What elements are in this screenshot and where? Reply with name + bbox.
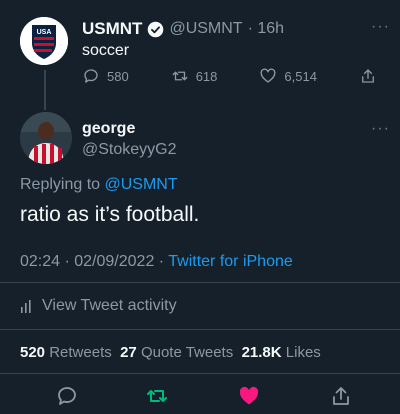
heart-filled-icon bbox=[239, 386, 259, 405]
reply-icon bbox=[58, 387, 76, 405]
reply-button[interactable] bbox=[55, 384, 79, 413]
thread-line bbox=[44, 70, 46, 110]
like-count: 6,514 bbox=[284, 68, 317, 84]
original-author-handle[interactable]: @USMNT bbox=[169, 20, 242, 38]
usmnt-avatar[interactable]: USA bbox=[20, 17, 68, 65]
likes-stat[interactable]: 21.8K Likes bbox=[242, 344, 321, 361]
usmnt-crest-icon: USA bbox=[20, 17, 68, 65]
view-activity-label: View Tweet activity bbox=[42, 297, 177, 314]
tweet-timestamp-line: 02:24 · 02/09/2022 · Twitter for iPhone bbox=[20, 253, 293, 271]
tweet-timestamp[interactable]: 02:24 · 02/09/2022 · bbox=[20, 253, 164, 270]
original-tweet-header: USMNT @USMNT · 16h bbox=[82, 19, 284, 39]
original-tweet-time[interactable]: · 16h bbox=[248, 20, 284, 38]
retweet-count: 618 bbox=[195, 68, 218, 84]
reply-more-icon[interactable]: ··· bbox=[371, 120, 390, 138]
retweets-stat[interactable]: 520 Retweets bbox=[20, 344, 112, 361]
verified-icon bbox=[148, 21, 164, 37]
view-tweet-activity[interactable]: View Tweet activity bbox=[20, 297, 177, 315]
reply-tweet-text: ratio as it’s football. bbox=[20, 203, 200, 226]
reply-author-handle[interactable]: @StokeyyG2 bbox=[82, 141, 177, 159]
original-author-name[interactable]: USMNT bbox=[82, 19, 142, 39]
share-icon bbox=[333, 387, 349, 405]
like-action[interactable]: 6,514 bbox=[259, 67, 317, 85]
retweet-button[interactable] bbox=[145, 384, 169, 413]
divider bbox=[0, 373, 400, 374]
retweets-label: Retweets bbox=[49, 344, 112, 361]
user-photo-icon bbox=[20, 112, 72, 164]
likes-total: 21.8K bbox=[241, 344, 282, 361]
reply-icon bbox=[84, 69, 98, 83]
original-tweet-actions: 580 618 6,514 bbox=[82, 67, 377, 85]
replying-to-link[interactable]: @USMNT bbox=[105, 176, 178, 193]
heart-outline-icon bbox=[260, 68, 276, 83]
quote-tweets-label: Quote Tweets bbox=[140, 344, 234, 361]
likes-label: Likes bbox=[285, 344, 321, 361]
retweet-active-icon bbox=[147, 390, 167, 402]
activity-bars-icon bbox=[21, 300, 31, 313]
retweet-action[interactable]: 618 bbox=[171, 67, 218, 85]
divider bbox=[0, 282, 400, 283]
quote-tweets-stat[interactable]: 27 Quote Tweets bbox=[120, 344, 233, 361]
share-icon bbox=[362, 69, 374, 83]
like-button[interactable] bbox=[237, 384, 261, 413]
share-button[interactable] bbox=[329, 384, 353, 413]
original-tweet-text: soccer bbox=[82, 42, 130, 59]
divider bbox=[0, 329, 400, 330]
engagement-stats: 520 Retweets 27 Quote Tweets 21.8K Likes bbox=[20, 344, 321, 361]
reply-author-name[interactable]: george bbox=[82, 120, 135, 138]
reply-count: 580 bbox=[107, 68, 129, 84]
original-more-icon[interactable]: ··· bbox=[371, 18, 390, 36]
replying-to-label: Replying to bbox=[20, 176, 101, 193]
retweets-total: 520 bbox=[20, 344, 46, 361]
quote-tweets-total: 27 bbox=[120, 344, 137, 361]
replying-to-line: Replying to @USMNT bbox=[20, 176, 178, 194]
svg-text:USA: USA bbox=[37, 29, 52, 36]
george-avatar[interactable] bbox=[20, 112, 72, 164]
tweet-client-link[interactable]: Twitter for iPhone bbox=[168, 253, 293, 270]
retweet-icon bbox=[172, 71, 188, 81]
reply-action[interactable]: 580 bbox=[82, 67, 129, 85]
share-action[interactable] bbox=[359, 67, 377, 85]
